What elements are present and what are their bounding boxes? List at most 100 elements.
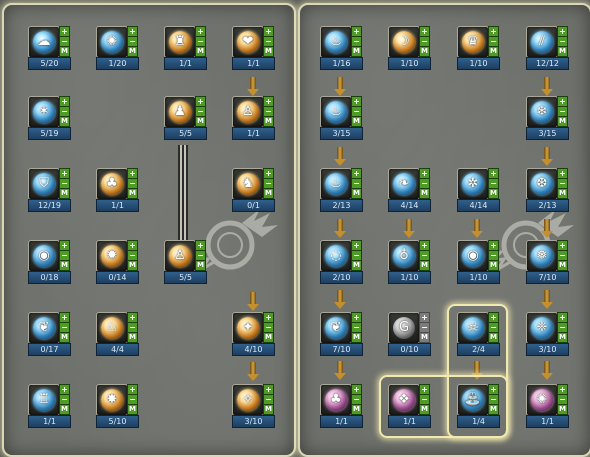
skill-l-3-4[interactable]: ♞ + − M 0/1 [232, 168, 275, 212]
max-level-button[interactable]: M [59, 46, 70, 57]
skill-icon-slot[interactable]: G [388, 312, 420, 344]
skill-l-2-4[interactable]: ♙ + − M 1/1 [232, 96, 275, 140]
skill-icon-slot[interactable]: ❦ [28, 312, 60, 344]
skill-r-3-3[interactable]: ✲ + − M 4/14 [457, 168, 500, 212]
skill-r-1-4[interactable]: ⫽ + − M 12/12 [526, 26, 569, 70]
skill-icon-slot[interactable]: ❧ [388, 168, 420, 200]
max-level-button[interactable]: M [263, 188, 274, 199]
skill-r-5-4[interactable]: ❈ + − M 3/10 [526, 312, 569, 356]
skill-r-1-3[interactable]: ♛ + − M 1/10 [457, 26, 500, 70]
skill-icon-slot[interactable]: ♣ [320, 384, 352, 416]
skill-icon-slot[interactable]: ✺ [96, 26, 128, 58]
max-level-button[interactable]: M [351, 332, 362, 343]
skill-icon-slot[interactable]: ◉ [457, 240, 489, 272]
max-level-button[interactable]: M [59, 404, 70, 415]
skill-l-1-1[interactable]: ☁ + − M 5/20 [28, 26, 71, 70]
skill-r-1-1[interactable]: ♨ + − M 1/16 [320, 26, 363, 70]
max-level-button[interactable]: M [488, 260, 499, 271]
skill-icon-slot[interactable]: ♞ [232, 168, 264, 200]
max-level-button[interactable]: M [557, 332, 568, 343]
skill-l-4-2[interactable]: ✹ + − M 0/14 [96, 240, 139, 284]
skill-icon-slot[interactable]: ♁ [388, 240, 420, 272]
max-level-button[interactable]: M [59, 116, 70, 127]
skill-l-2-3[interactable]: ♟ + − M 5/5 [164, 96, 207, 140]
skill-icon-slot[interactable]: ❤ [232, 26, 264, 58]
max-level-button[interactable]: M [59, 332, 70, 343]
skill-icon-slot[interactable]: ⛲ [457, 384, 489, 416]
skill-icon-slot[interactable]: ❆ [526, 168, 558, 200]
max-level-button[interactable]: M [351, 260, 362, 271]
skill-icon-slot[interactable]: ⛉ [28, 168, 60, 200]
skill-r-3-1[interactable]: ♨ + − M 2/13 [320, 168, 363, 212]
max-level-button[interactable]: M [263, 404, 274, 415]
skill-icon-slot[interactable]: ❅ [526, 240, 558, 272]
max-level-button[interactable]: M [488, 404, 499, 415]
skill-r-6-2[interactable]: ❖ + − M 1/1 [388, 384, 431, 428]
max-level-button[interactable]: M [419, 188, 430, 199]
skill-r-5-1[interactable]: ❦ + − M 7/10 [320, 312, 363, 356]
max-level-button[interactable]: M [419, 332, 430, 343]
skill-icon-slot[interactable]: ♖ [28, 384, 60, 416]
skill-r-1-2[interactable]: ☽ + − M 1/10 [388, 26, 431, 70]
skill-l-1-3[interactable]: ♜ + − M 1/1 [164, 26, 207, 70]
skill-icon-slot[interactable]: ✶ [28, 96, 60, 128]
skill-l-6-1[interactable]: ♖ + − M 1/1 [28, 384, 71, 428]
max-level-button[interactable]: M [127, 332, 138, 343]
max-level-button[interactable]: M [557, 404, 568, 415]
skill-icon-slot[interactable]: ❦ [320, 312, 352, 344]
skill-r-3-2[interactable]: ❧ + − M 4/14 [388, 168, 431, 212]
max-level-button[interactable]: M [127, 46, 138, 57]
max-level-button[interactable]: M [59, 260, 70, 271]
skill-icon-slot[interactable]: ✧ [232, 384, 264, 416]
max-level-button[interactable]: M [419, 46, 430, 57]
max-level-button[interactable]: M [351, 46, 362, 57]
skill-l-2-1[interactable]: ✶ + − M 5/19 [28, 96, 71, 140]
skill-r-5-3[interactable]: ☠ + − M 2/4 [457, 312, 500, 356]
skill-icon-slot[interactable]: ♙ [232, 96, 264, 128]
skill-icon-slot[interactable]: ♟ [164, 96, 196, 128]
max-level-button[interactable]: M [127, 188, 138, 199]
max-level-button[interactable]: M [263, 332, 274, 343]
max-level-button[interactable]: M [263, 46, 274, 57]
skill-icon-slot[interactable]: ✺ [526, 384, 558, 416]
max-level-button[interactable]: M [419, 404, 430, 415]
max-level-button[interactable]: M [419, 260, 430, 271]
skill-l-4-3[interactable]: ♙ + − M 5/5 [164, 240, 207, 284]
skill-r-2-4[interactable]: ❄ + − M 3/15 [526, 96, 569, 140]
skill-r-4-4[interactable]: ❅ + − M 7/10 [526, 240, 569, 284]
skill-r-4-2[interactable]: ♁ + − M 1/10 [388, 240, 431, 284]
max-level-button[interactable]: M [263, 116, 274, 127]
max-level-button[interactable]: M [127, 404, 138, 415]
skill-icon-slot[interactable]: ☁ [28, 26, 60, 58]
skill-icon-slot[interactable]: ❈ [526, 312, 558, 344]
skill-icon-slot[interactable]: ✸ [96, 384, 128, 416]
skill-l-5-2[interactable]: ♘ + − M 4/4 [96, 312, 139, 356]
max-level-button[interactable]: M [488, 46, 499, 57]
max-level-button[interactable]: M [195, 46, 206, 57]
skill-icon-slot[interactable]: ❖ [388, 384, 420, 416]
skill-icon-slot[interactable]: ✹ [96, 240, 128, 272]
skill-icon-slot[interactable]: ◌ [320, 240, 352, 272]
skill-l-1-4[interactable]: ❤ + − M 1/1 [232, 26, 275, 70]
skill-r-4-3[interactable]: ◉ + − M 1/10 [457, 240, 500, 284]
skill-icon-slot[interactable]: ♨ [320, 96, 352, 128]
skill-icon-slot[interactable]: ✲ [457, 168, 489, 200]
max-level-button[interactable]: M [488, 332, 499, 343]
skill-l-5-4[interactable]: ✦ + − M 4/10 [232, 312, 275, 356]
max-level-button[interactable]: M [351, 116, 362, 127]
skill-r-6-1[interactable]: ♣ + − M 1/1 [320, 384, 363, 428]
skill-icon-slot[interactable]: ⫽ [526, 26, 558, 58]
max-level-button[interactable]: M [195, 116, 206, 127]
skill-r-5-2[interactable]: G + − M 0/10 [388, 312, 431, 356]
skill-icon-slot[interactable]: ☠ [457, 312, 489, 344]
max-level-button[interactable]: M [127, 260, 138, 271]
skill-r-4-1[interactable]: ◌ + − M 2/10 [320, 240, 363, 284]
skill-l-3-2[interactable]: ♣ + − M 1/1 [96, 168, 139, 212]
skill-icon-slot[interactable]: ♨ [320, 26, 352, 58]
max-level-button[interactable]: M [557, 46, 568, 57]
skill-icon-slot[interactable]: ♜ [164, 26, 196, 58]
skill-l-1-2[interactable]: ✺ + − M 1/20 [96, 26, 139, 70]
skill-icon-slot[interactable]: ◉ [28, 240, 60, 272]
skill-icon-slot[interactable]: ♣ [96, 168, 128, 200]
skill-r-6-4[interactable]: ✺ + − M 1/1 [526, 384, 569, 428]
